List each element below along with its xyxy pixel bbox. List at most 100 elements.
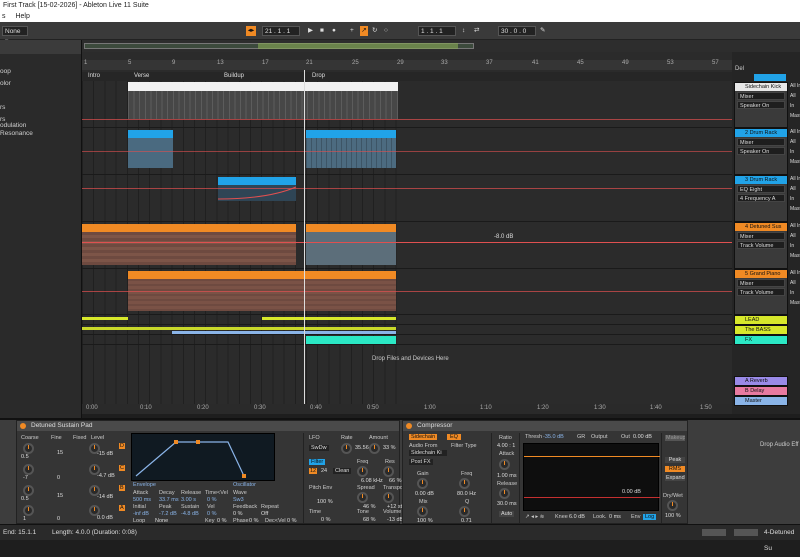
spread-knob[interactable] bbox=[357, 492, 368, 503]
overdub-icon[interactable]: + bbox=[350, 26, 358, 36]
release-knob[interactable] bbox=[499, 488, 510, 499]
device-operator[interactable]: Detuned Sustain Pad Coarse Fine Fixed Le… bbox=[16, 420, 409, 524]
midi-mode-select[interactable]: None ▾ bbox=[2, 26, 28, 45]
envelope-tab[interactable]: Envelope bbox=[133, 482, 156, 488]
clip-build[interactable] bbox=[218, 177, 296, 185]
eq-toggle[interactable]: EQ bbox=[447, 434, 461, 440]
volume-automation-line[interactable] bbox=[82, 242, 732, 243]
parameter-chooser[interactable]: Speaker On bbox=[737, 147, 785, 155]
coarse-knob[interactable] bbox=[23, 505, 34, 516]
rate-value[interactable]: 35.56 bbox=[355, 445, 369, 451]
input-channel[interactable]: All bbox=[790, 185, 800, 194]
beat-ruler[interactable]: 1 5 9 13 17 21 25 29 33 37 41 45 49 53 5… bbox=[82, 60, 732, 70]
tone-value[interactable]: 68 % bbox=[363, 517, 376, 523]
env-value[interactable]: Log bbox=[643, 514, 657, 520]
output-type[interactable]: Mast bbox=[790, 158, 800, 167]
filter-slope-24[interactable]: 24 bbox=[321, 468, 327, 474]
track-header-drum-rack-3[interactable]: 3 Drum Rack EQ Eight 4 Frequency A bbox=[734, 175, 788, 222]
thresh-value[interactable]: -35.0 dB bbox=[543, 434, 564, 440]
clip-bass[interactable] bbox=[82, 327, 396, 330]
fine-value[interactable]: 15 bbox=[57, 450, 63, 456]
record-icon[interactable]: ● bbox=[332, 26, 340, 36]
menu-item-help[interactable]: Help bbox=[15, 13, 29, 20]
track-header-grand-piano[interactable]: 5 Grand Piano Mixer Track Volume bbox=[734, 269, 788, 315]
monitor-in[interactable]: In bbox=[790, 102, 800, 111]
sustain-value[interactable]: -4.8 dB bbox=[181, 511, 199, 517]
input-channel[interactable]: All bbox=[790, 138, 800, 147]
input-channel[interactable]: All bbox=[790, 232, 800, 241]
automation-line[interactable] bbox=[82, 291, 732, 292]
locator-buildup[interactable]: Buildup bbox=[218, 72, 244, 81]
pencil-icon[interactable]: ✎ bbox=[540, 26, 548, 36]
drywet-knob[interactable] bbox=[667, 500, 678, 511]
monitor-in[interactable]: In bbox=[790, 195, 800, 204]
level-value[interactable]: -15 dB bbox=[97, 451, 113, 457]
lane-detuned-sus[interactable]: -8.0 dB bbox=[82, 222, 732, 269]
device-chooser[interactable]: Mixer bbox=[737, 279, 785, 287]
locator-drop[interactable]: Drop bbox=[306, 72, 325, 81]
device-on-icon[interactable] bbox=[406, 423, 412, 429]
return-a-reverb[interactable]: A Reverb bbox=[734, 376, 788, 386]
master-track[interactable]: Master bbox=[734, 396, 788, 406]
coarse-value[interactable]: 0.5 bbox=[21, 496, 29, 502]
track-header-drum-rack-2[interactable]: 2 Drum Rack Mixer Speaker On bbox=[734, 128, 788, 175]
clip-fx[interactable] bbox=[306, 336, 396, 344]
automation-line[interactable] bbox=[82, 119, 732, 120]
mini-overview-2[interactable] bbox=[734, 529, 758, 536]
device-on-icon[interactable] bbox=[20, 423, 26, 429]
position-display[interactable]: 21 . 1 . 1 bbox=[262, 26, 300, 36]
clip-kick-notes[interactable] bbox=[128, 91, 398, 119]
loop-start-display[interactable]: 1 . 1 . 1 bbox=[418, 26, 456, 36]
drywet-value[interactable]: 100 % bbox=[665, 513, 681, 519]
level-value[interactable]: -4.7 dB bbox=[97, 473, 115, 479]
filter-type[interactable]: Clean bbox=[333, 468, 352, 474]
input-type[interactable]: All In bbox=[790, 82, 800, 91]
freq-knob[interactable] bbox=[357, 466, 368, 477]
volume-value[interactable]: -13 dB bbox=[387, 517, 403, 523]
look-value[interactable]: 0 ms bbox=[609, 514, 621, 520]
vel-value[interactable]: 0 % bbox=[207, 511, 216, 517]
parameter-chooser[interactable]: Track Volume bbox=[737, 288, 785, 296]
freq-knob[interactable] bbox=[459, 478, 470, 489]
lane-fx[interactable] bbox=[82, 335, 732, 345]
track-header-lead[interactable]: LEAD bbox=[734, 315, 788, 325]
device-chooser[interactable]: Mixer bbox=[737, 92, 785, 100]
output-type[interactable]: Mast bbox=[790, 112, 800, 121]
res-value[interactable]: 66 % bbox=[389, 478, 402, 484]
parameter-chooser[interactable]: Speaker On bbox=[737, 101, 785, 109]
browser-item[interactable]: Resonance bbox=[0, 130, 81, 138]
mini-overview[interactable] bbox=[702, 529, 726, 536]
play-icon[interactable]: ▶ bbox=[308, 26, 316, 36]
device-chooser[interactable]: EQ Eight bbox=[737, 185, 785, 193]
level-value[interactable]: -14 dB bbox=[97, 494, 113, 500]
attack-knob[interactable] bbox=[499, 459, 510, 470]
clip-drum-drop[interactable] bbox=[306, 130, 396, 138]
lane-drum-rack-2[interactable] bbox=[82, 128, 732, 175]
sidechain-toggle[interactable]: Sidechain bbox=[409, 434, 438, 440]
playhead[interactable] bbox=[304, 70, 305, 410]
input-type[interactable]: All In bbox=[790, 128, 800, 137]
out-value[interactable]: 0.00 dB bbox=[633, 434, 652, 440]
browser-item[interactable]: olor bbox=[0, 78, 81, 90]
clip-drum-drop-notes[interactable] bbox=[306, 138, 396, 168]
time-value[interactable]: 0 % bbox=[321, 517, 330, 523]
input-type[interactable]: All In bbox=[790, 222, 800, 231]
rms-mode[interactable]: RMS bbox=[665, 466, 685, 472]
osc-tag[interactable]: C bbox=[119, 465, 125, 471]
device-chooser[interactable]: Mixer bbox=[737, 138, 785, 146]
audio-from-select[interactable]: Sidechain Ki bbox=[409, 450, 447, 456]
track-header-bass[interactable]: The BASS bbox=[734, 325, 788, 335]
fine-value[interactable]: 15 bbox=[57, 493, 63, 499]
automation-line[interactable] bbox=[82, 151, 732, 152]
repeat-value[interactable]: Off bbox=[261, 511, 268, 517]
fine-value[interactable]: 0 bbox=[57, 475, 60, 481]
clip-pad[interactable] bbox=[82, 224, 296, 232]
output-type[interactable]: Mast bbox=[790, 252, 800, 261]
locator-intro[interactable]: Intro bbox=[82, 72, 100, 81]
oscillator-tab[interactable]: Oscillator bbox=[233, 482, 256, 488]
auto-release-toggle[interactable]: Auto bbox=[499, 511, 515, 517]
track-header-detuned-sus[interactable]: 4 Detuned Sus Mixer Track Volume bbox=[734, 222, 788, 269]
coarse-knob[interactable] bbox=[23, 485, 34, 496]
arrangement-view[interactable]: 1 5 9 13 17 21 25 29 33 37 41 45 49 53 5… bbox=[82, 52, 732, 414]
automation-arm-icon[interactable]: ↗ bbox=[360, 26, 368, 36]
